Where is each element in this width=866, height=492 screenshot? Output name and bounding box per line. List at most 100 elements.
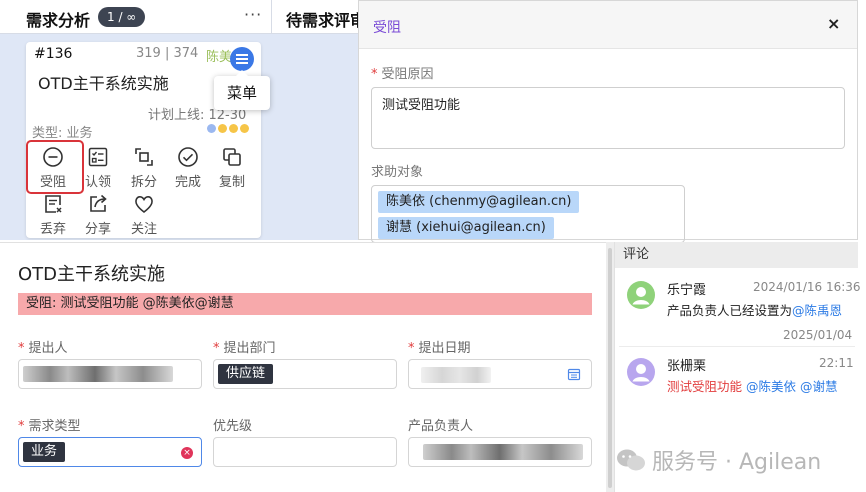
action-label: 丢弃: [39, 222, 66, 237]
progress-dots: [207, 124, 249, 133]
user-avatar-icon: [627, 358, 655, 386]
heart-icon: [135, 196, 153, 214]
helper-tag[interactable]: 陈美依 (chenmy@agilean.cn): [378, 191, 580, 213]
avatar: [627, 358, 655, 386]
detail-title: OTD主干系统实施: [18, 264, 166, 285]
comment-text: 产品负责人已经设置为@陈禹恩: [667, 300, 842, 319]
watermark: 服务号 · Agilean: [616, 444, 821, 476]
card-title: OTD主干系统实施: [38, 74, 169, 93]
detail-panel: OTD主干系统实施 受阻: 测试受阻功能 @陈美依@谢慧 * 提出人 * 提出部门 …: [0, 242, 606, 492]
card-id: #136: [34, 46, 73, 62]
reason-label: * 受阻原因: [371, 63, 434, 82]
action-split-button[interactable]: 拆分: [124, 145, 164, 190]
dept-label-text: 提出部门: [223, 341, 276, 356]
action-label: 关注: [130, 222, 157, 237]
action-claim-button[interactable]: 认领: [78, 145, 118, 190]
share-icon: [90, 194, 107, 212]
action-complete-button[interactable]: 完成: [168, 145, 208, 190]
comments-header: 评论: [615, 242, 858, 268]
owner-label: 产品负责人: [408, 419, 474, 434]
action-label: 认领: [84, 175, 111, 190]
scrollbar[interactable]: [608, 248, 612, 488]
owner-field[interactable]: [408, 437, 592, 467]
reason-textarea[interactable]: 测试受阻功能: [371, 87, 845, 149]
column-title: 需求分析: [26, 11, 91, 30]
proposer-label: * 提出人: [18, 337, 68, 356]
helper-tag[interactable]: 谢慧 (xiehui@agilean.cn): [378, 217, 554, 239]
action-label: 完成: [174, 175, 201, 190]
watermark-text: 服务号 · Agilean: [652, 450, 822, 475]
action-label: 分享: [84, 222, 111, 237]
wip-count-badge: 1 / ∞: [98, 7, 146, 27]
calendar-icon[interactable]: [567, 367, 581, 381]
kanban-board: 需求分析 1 / ∞ ··· 待需求评审 #136 319 | 374 陈美 O…: [0, 0, 360, 240]
clear-icon[interactable]: ×: [181, 447, 193, 459]
required-star: *: [213, 341, 220, 356]
action-label: 拆分: [130, 175, 157, 190]
block-dialog: 受阻 × * 受阻原因 测试受阻功能 求助对象 陈美依 (chenmy@agile…: [358, 0, 858, 243]
dialog-header: 受阻 ×: [359, 1, 857, 49]
mention-link[interactable]: @陈禹恩: [792, 303, 842, 318]
comment-author: 张栅栗: [667, 359, 707, 374]
dept-field[interactable]: 供应链: [213, 359, 397, 389]
comment-author: 乐宁霞: [667, 283, 707, 298]
card-owner: 陈美: [206, 50, 233, 65]
date-separator: 2025/01/04: [783, 328, 853, 342]
comment-body: 测试受阻功能: [667, 379, 743, 394]
dept-tag: 供应链: [218, 364, 274, 384]
reason-label-text: 受阻原因: [381, 67, 434, 82]
comment-time: 22:11: [819, 356, 854, 370]
wechat-icon: [617, 449, 645, 471]
priority-field[interactable]: [213, 437, 397, 467]
comment-text: 测试受阻功能 @陈美依 @谢慧: [667, 376, 837, 395]
redacted-value: [421, 367, 491, 383]
action-copy-button[interactable]: 复制: [212, 145, 252, 190]
action-follow-button[interactable]: 关注: [124, 192, 164, 237]
menu-icon: [236, 54, 248, 64]
copy-icon: [223, 148, 241, 166]
comment-time: 2024/01/16 16:36: [753, 280, 861, 294]
menu-tooltip: 菜单: [214, 70, 270, 110]
discard-icon: [45, 195, 62, 213]
date-label: * 提出日期: [408, 337, 471, 356]
column-title: 待需求评审: [286, 11, 360, 30]
proposer-field[interactable]: [18, 359, 202, 389]
action-share-button[interactable]: 分享: [78, 192, 118, 237]
progress-dot: [240, 124, 249, 133]
type-label: * 需求类型: [18, 415, 81, 434]
menu-button[interactable]: [230, 47, 254, 71]
close-icon[interactable]: ×: [827, 14, 840, 33]
split-icon: [135, 148, 153, 166]
action-discard-button[interactable]: 丢弃: [33, 192, 73, 237]
progress-dot: [229, 124, 238, 133]
progress-dot: [207, 124, 216, 133]
check-circle-icon: [178, 147, 198, 167]
type-label-text: 需求类型: [28, 419, 81, 434]
comment-body: 产品负责人已经设置为: [667, 303, 793, 318]
column-more-icon[interactable]: ···: [244, 5, 262, 24]
required-star: *: [18, 419, 25, 434]
helpers-label: 求助对象: [371, 165, 424, 180]
required-star: *: [408, 341, 415, 356]
column-header-analysis: 需求分析 1 / ∞ ···: [0, 0, 272, 34]
helpers-select[interactable]: 陈美依 (chenmy@agilean.cn) 谢慧 (xiehui@agile…: [371, 185, 685, 243]
avatar: [627, 281, 655, 309]
priority-label: 优先级: [213, 419, 253, 434]
proposer-label-text: 提出人: [28, 341, 68, 356]
column-header-review: 待需求评审: [272, 0, 360, 34]
dept-label: * 提出部门: [213, 337, 276, 356]
redacted-value: [423, 444, 583, 460]
card-numbers: 319 | 374: [136, 46, 199, 61]
blocked-banner: 受阻: 测试受阻功能 @陈美依@谢慧: [18, 293, 592, 315]
mention-link[interactable]: @陈美依 @谢慧: [746, 379, 837, 394]
checklist-icon: [88, 147, 108, 167]
type-tag: 业务: [23, 442, 66, 462]
date-field[interactable]: [408, 359, 592, 389]
highlight-frame: [26, 140, 84, 194]
dialog-title: 受阻: [373, 20, 401, 36]
action-label: 复制: [218, 175, 245, 190]
type-field[interactable]: 业务 ×: [18, 437, 202, 467]
user-avatar-icon: [627, 281, 655, 309]
required-star: *: [18, 341, 25, 356]
required-star: *: [371, 67, 378, 82]
